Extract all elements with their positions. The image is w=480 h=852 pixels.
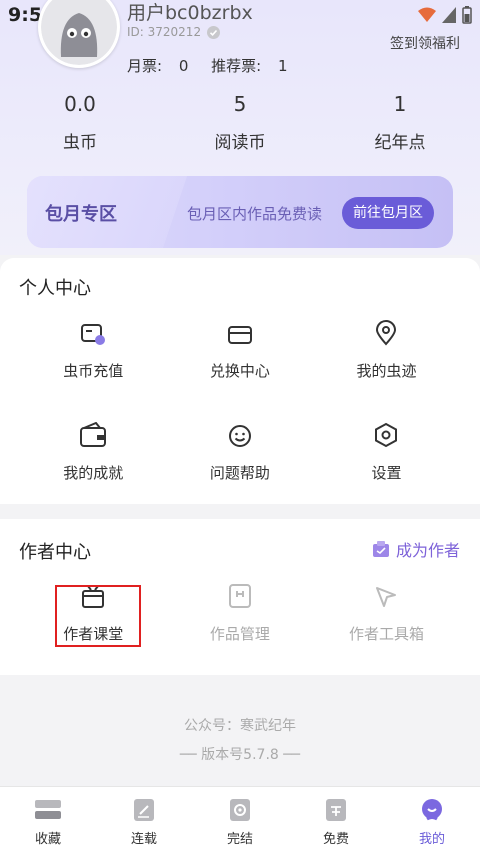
item-label: 我的虫迹 [356, 362, 417, 380]
footprint-item[interactable]: 我的虫迹 [313, 316, 460, 381]
tab-mine[interactable]: 我的 [384, 787, 480, 852]
personal-row-2: 我的成就 问题帮助 设置 [20, 418, 460, 483]
exchange-item[interactable]: 兑换中心 [167, 316, 314, 381]
bookshelf-icon [35, 800, 61, 819]
author-center-title: 作者中心 [19, 542, 91, 563]
personal-row-1: 虫币充值 兑换中心 我的虫迹 [20, 316, 460, 381]
stat-reading-coins[interactable]: 5 阅读币 [160, 92, 320, 153]
manage-icon [228, 584, 251, 608]
wechat-account: 公众号：寒武纪年 [184, 718, 296, 734]
tab-label: 我的 [418, 832, 445, 847]
recharge-item[interactable]: 虫币充值 [20, 316, 167, 381]
highlight-box [55, 585, 141, 647]
tab-label: 收藏 [34, 832, 61, 847]
stat-label: 纪年点 [374, 133, 426, 153]
item-label: 问题帮助 [209, 464, 270, 482]
personal-center-title: 个人中心 [19, 278, 91, 299]
tickets-row: 月票: 0 推荐票: 1 [127, 55, 292, 76]
wifi-icon [418, 7, 436, 22]
month-ticket-label: 月票: [127, 57, 163, 75]
tab-label: 连载 [130, 832, 157, 847]
stats-row: 0.0 虫币 5 阅读币 1 纪年点 [0, 92, 480, 153]
ghost-avatar-icon [41, 0, 117, 65]
bottom-tab-bar: 收藏 连载 完结 免费 我的 [0, 786, 480, 852]
smiley-icon [228, 425, 251, 447]
stat-label: 虫币 [63, 133, 97, 153]
toolbox-icon [376, 587, 397, 607]
month-ticket-value: 0 [178, 57, 189, 75]
user-id-text: ID: 3720212 [127, 25, 202, 39]
stat-value: 0.0 [64, 92, 96, 116]
battery-icon [462, 6, 472, 24]
stat-label: 阅读币 [214, 133, 266, 153]
go-monthly-button[interactable]: 前往包月区 [342, 197, 434, 229]
tab-finished[interactable]: 完结 [192, 787, 288, 852]
checkin-button[interactable]: 签到领福利 [390, 33, 460, 53]
monthly-title: 包月专区 [45, 204, 117, 225]
become-author-icon [372, 541, 389, 557]
signal-icon [442, 7, 456, 23]
stat-value: 5 [233, 92, 247, 116]
become-author-button[interactable]: 成为作者 [372, 537, 460, 561]
item-label: 兑换中心 [209, 362, 270, 380]
finished-book-icon [230, 799, 250, 821]
settings-item[interactable]: 设置 [313, 418, 460, 483]
achievement-item[interactable]: 我的成就 [20, 418, 167, 483]
wallet-coin-icon [81, 324, 106, 345]
settings-icon [375, 422, 398, 448]
verified-icon [207, 25, 221, 39]
card-icon [227, 326, 252, 344]
username: 用户bc0bzrbx [127, 2, 253, 24]
tab-label: 完结 [226, 832, 253, 847]
tab-free[interactable]: 免费 [288, 787, 384, 852]
monthly-banner[interactable]: 包月专区 包月区内作品免费读 前往包月区 [27, 176, 453, 248]
wallet-icon [80, 422, 107, 447]
user-id: ID: 3720212 [127, 25, 221, 39]
recommend-label: 推荐票: [211, 57, 262, 75]
stat-value: 1 [393, 92, 407, 116]
tab-collection[interactable]: 收藏 [0, 787, 96, 852]
item-label: 我的成就 [63, 464, 124, 482]
item-label: 作者工具箱 [348, 625, 424, 643]
help-item[interactable]: 问题帮助 [167, 418, 314, 483]
stat-coins[interactable]: 0.0 虫币 [0, 92, 160, 153]
works-manage-item[interactable]: 作品管理 [167, 579, 314, 644]
status-icons [418, 6, 472, 24]
recommend-value: 1 [278, 57, 288, 75]
item-label: 虫币充值 [63, 362, 124, 380]
tab-serial[interactable]: 连载 [96, 787, 192, 852]
item-label: 作品管理 [209, 625, 270, 643]
personal-center-card: 个人中心 虫币充值 兑换中心 我的虫迹 我的成就 问题帮助 设置 [0, 258, 480, 504]
me-icon [422, 799, 442, 821]
location-pin-icon [376, 320, 397, 346]
monthly-desc: 包月区内作品免费读 [187, 205, 323, 223]
tab-label: 免费 [322, 832, 349, 847]
free-icon [326, 799, 346, 821]
edit-book-icon [134, 799, 154, 821]
version-info: ── 版本号5.7.8 ── [179, 747, 301, 763]
item-label: 设置 [371, 464, 402, 482]
toolbox-item[interactable]: 作者工具箱 [313, 579, 460, 644]
become-author-label: 成为作者 [395, 541, 460, 560]
stat-era-points[interactable]: 1 纪年点 [320, 92, 480, 153]
